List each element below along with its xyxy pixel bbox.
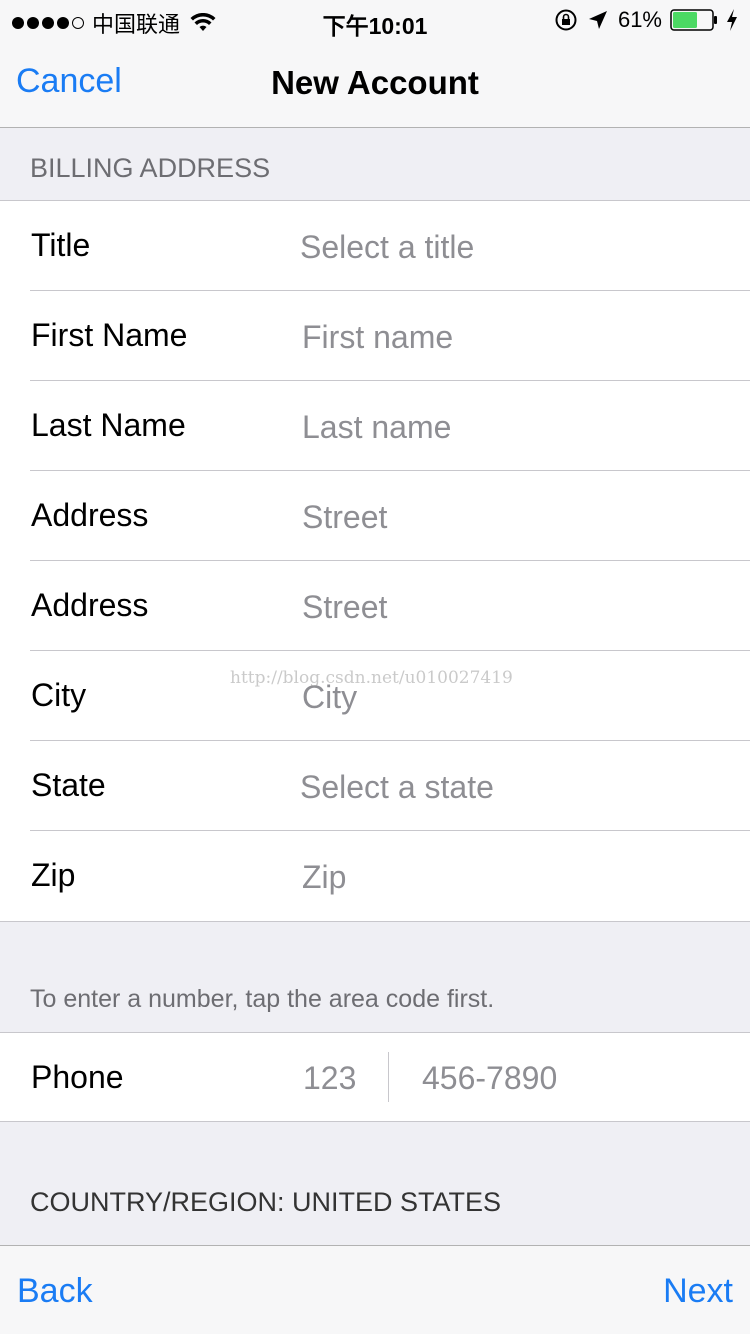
location-arrow-icon [588,11,607,29]
first-name-label: First Name [31,317,188,353]
address-line2-label: Address [31,587,149,623]
phone-number-field[interactable]: 456-7890 [422,1060,557,1097]
navigation-bar: Cancel New Account [0,40,750,128]
title-row[interactable]: Title Select a title [0,201,750,291]
title-select[interactable]: Select a title [300,229,474,266]
city-row[interactable]: City City [0,651,750,741]
watermark: http://blog.csdn.net/u010027419 [230,668,513,688]
phone-label: Phone [31,1059,124,1095]
address-line2-row[interactable]: Address Street [0,561,750,651]
phone-section: Phone 123 456-7890 [0,1032,750,1122]
area-code-field[interactable]: 123 [303,1060,356,1097]
address-line1-label: Address [31,497,149,533]
bottom-toolbar: Back Next [0,1245,750,1334]
charging-bolt-icon [727,9,737,31]
address-line2-field[interactable]: Street [302,589,387,626]
last-name-label: Last Name [31,407,186,443]
next-button[interactable]: Next [663,1272,733,1311]
phone-hint: To enter a number, tap the area code fir… [30,985,495,1013]
status-bar: 中国联通 下午10:01 61% [0,0,750,40]
zip-label: Zip [31,857,76,893]
billing-address-header: BILLING ADDRESS [30,153,271,183]
rotation-lock-icon [555,9,577,31]
back-button[interactable]: Back [17,1272,93,1311]
battery-icon [670,9,717,31]
address-line1-field[interactable]: Street [302,499,387,536]
phone-row: Phone 123 456-7890 [0,1033,750,1121]
state-label: State [31,767,106,803]
last-name-row[interactable]: Last Name Last name [0,381,750,471]
city-label: City [31,677,87,713]
zip-row[interactable]: Zip Zip [0,831,750,921]
title-label: Title [31,227,91,263]
battery-percent: 61% [617,7,662,32]
country-region-header: COUNTRY/REGION: UNITED STATES [30,1187,502,1217]
state-row[interactable]: State Select a state [0,741,750,831]
state-select[interactable]: Select a state [300,769,494,806]
address-line1-row[interactable]: Address Street [0,471,750,561]
screen: 中国联通 下午10:01 61% Cancel New Account BILL… [0,0,750,1334]
first-name-row[interactable]: First Name First name [0,291,750,381]
phone-divider [388,1052,389,1102]
billing-address-form: Title Select a title First Name First na… [0,200,750,922]
zip-field[interactable]: Zip [302,859,346,896]
status-right: 61% [554,7,738,33]
last-name-field[interactable]: Last name [302,409,451,446]
page-title: New Account [271,64,479,101]
first-name-field[interactable]: First name [302,319,453,356]
